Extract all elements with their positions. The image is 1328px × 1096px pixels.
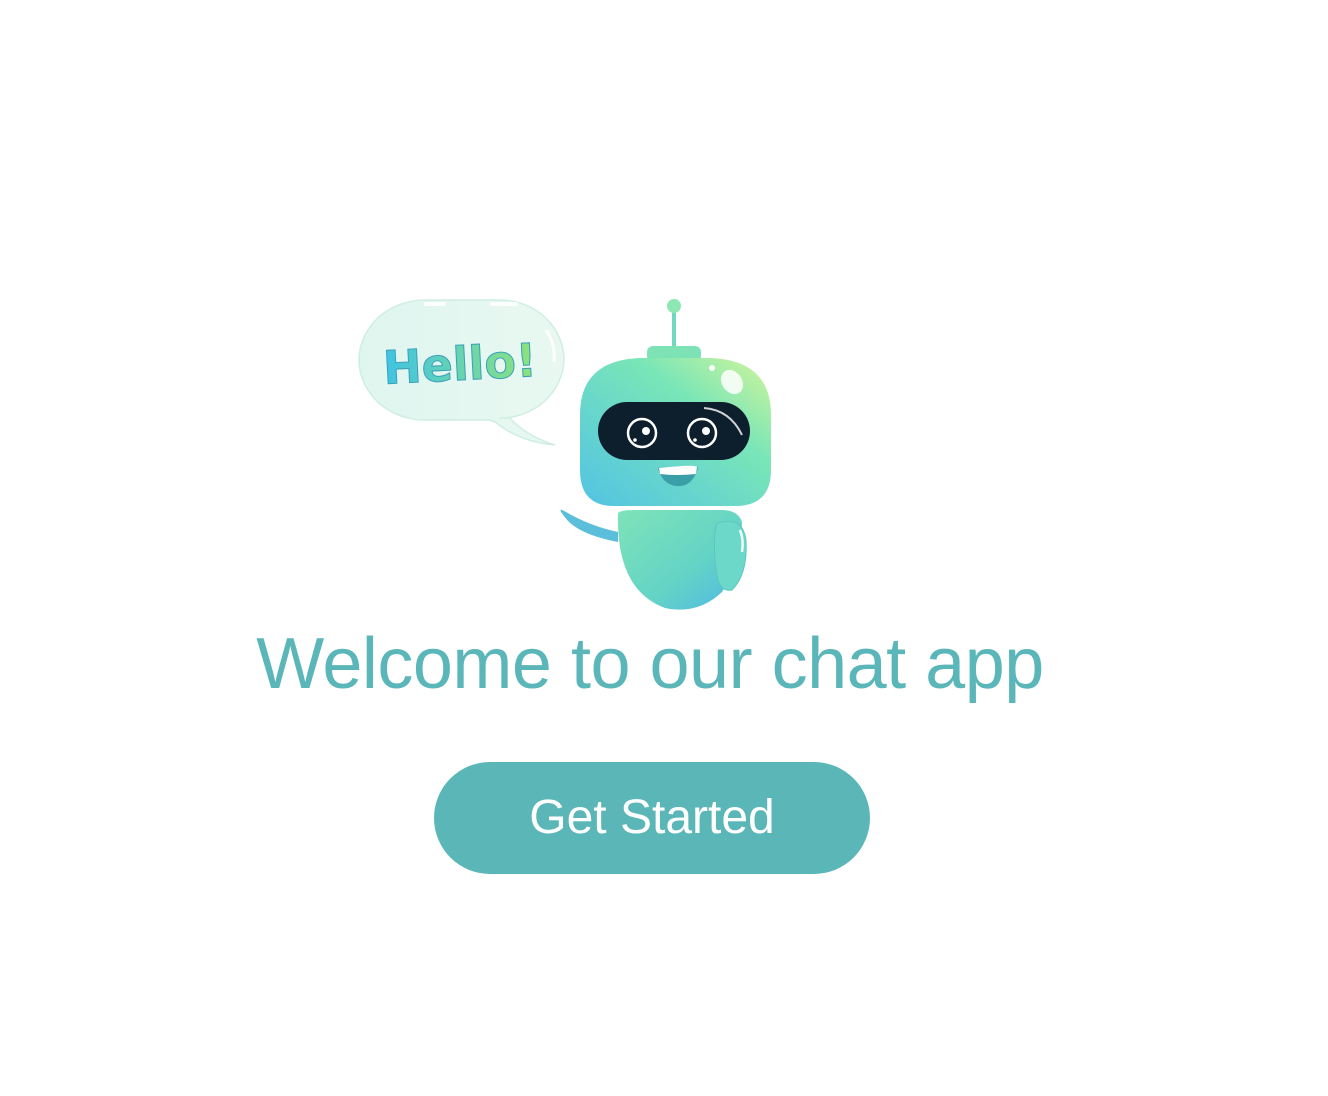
get-started-button[interactable]: Get Started	[434, 762, 870, 874]
robot-illustration: Hello!	[350, 290, 790, 620]
speech-bubble: Hello!	[358, 299, 565, 446]
page-title: Welcome to our chat app	[256, 624, 1044, 704]
bubble-text: Hello!	[382, 333, 538, 395]
welcome-screen: Hello! Welcome to our chat app Get Start…	[0, 0, 1328, 1096]
